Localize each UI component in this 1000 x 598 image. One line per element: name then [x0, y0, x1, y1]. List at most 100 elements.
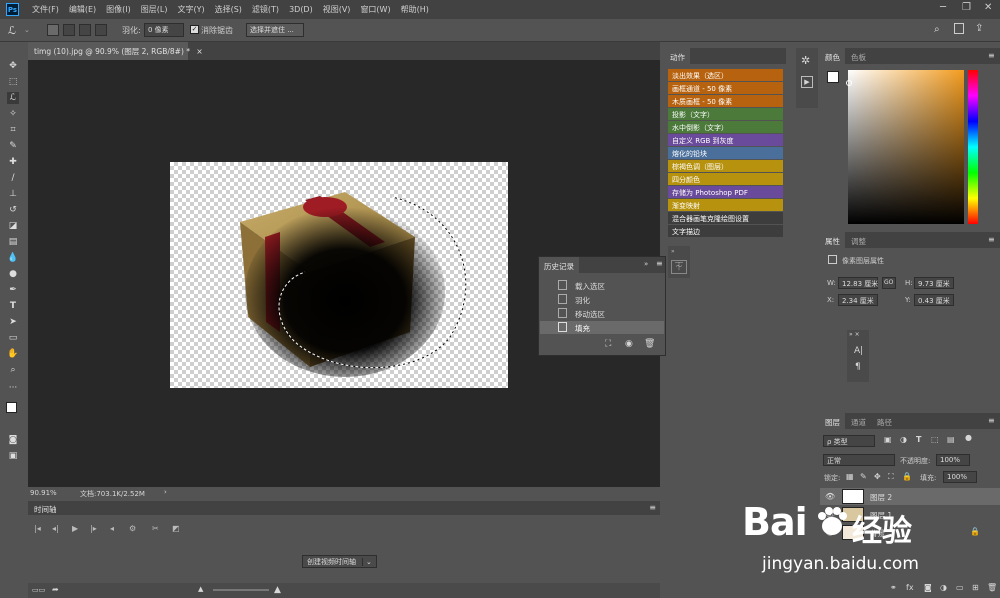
close-icon[interactable]: ✕	[984, 2, 992, 13]
new-layer-icon[interactable]: ⊞	[972, 583, 979, 592]
brush-tool-icon[interactable]: ∕	[7, 172, 19, 184]
hue-slider[interactable]	[968, 70, 978, 224]
panel-menu-icon[interactable]: ≡	[656, 259, 663, 268]
tab-swatches[interactable]: 色板	[846, 48, 871, 64]
move-tool-icon[interactable]: ✥	[7, 60, 19, 72]
rectangle-tool-icon[interactable]: ▭	[7, 332, 19, 344]
intersect-selection-icon[interactable]	[95, 24, 107, 36]
add-selection-icon[interactable]	[63, 24, 75, 36]
tab-channels[interactable]: 通道	[846, 413, 871, 429]
render-icon[interactable]: ➦	[52, 585, 59, 594]
menu-select[interactable]: 选择(S)	[210, 4, 247, 15]
character-icon[interactable]: A|	[854, 346, 863, 356]
create-video-timeline-button[interactable]: 创建视频时间轴 ⌄	[302, 555, 377, 568]
action-item[interactable]: 文字描边	[668, 225, 783, 237]
panel-menu-icon[interactable]: ≡	[988, 416, 995, 425]
panel-menu-icon[interactable]: ≡	[988, 51, 995, 60]
filter-type-icon[interactable]: T	[916, 435, 921, 444]
panel-menu-icon[interactable]: ≡	[649, 503, 656, 512]
workspace-icon[interactable]	[954, 23, 964, 34]
menu-file[interactable]: 文件(F)	[27, 4, 64, 15]
width-field[interactable]: 12.83 厘米	[838, 277, 878, 289]
height-field[interactable]: 9.73 厘米	[914, 277, 954, 289]
menu-image[interactable]: 图像(I)	[101, 4, 136, 15]
trash-icon[interactable]: 🗑	[987, 583, 997, 592]
document-tab[interactable]: timg (10).jpg @ 90.9% (图层 2, RGB/8#) * ×	[28, 42, 203, 60]
history-title[interactable]: 历史记录	[539, 257, 579, 273]
lasso-tool-preset-icon[interactable]: ℒ	[8, 24, 16, 37]
action-item[interactable]: 熔化的铅块	[668, 147, 783, 159]
share-icon[interactable]: ⇪	[975, 23, 983, 34]
new-group-icon[interactable]: ▭	[956, 583, 964, 592]
action-item[interactable]: 棕褐色调（图层）	[668, 160, 783, 172]
panel-menu-icon[interactable]: ≡	[988, 235, 995, 244]
status-arrow-icon[interactable]: ›	[164, 488, 167, 496]
dodge-tool-icon[interactable]: ●	[7, 268, 19, 280]
action-item[interactable]: 水中倒影（文字）	[668, 121, 783, 133]
new-selection-icon[interactable]	[47, 24, 59, 36]
healing-brush-icon[interactable]: ✚	[7, 156, 19, 168]
timeline-zoom-slider[interactable]	[213, 589, 269, 591]
saturation-brightness-field[interactable]	[848, 70, 964, 224]
collapse-icon[interactable]: »	[644, 260, 648, 268]
path-selection-icon[interactable]: ➤	[7, 316, 19, 328]
prev-frame-icon[interactable]: ◂|	[52, 524, 59, 533]
action-item[interactable]: 自定义 RGB 到灰度	[668, 134, 783, 146]
action-item[interactable]: 存储为 Photoshop PDF	[668, 186, 783, 198]
screen-mode-icon[interactable]: ▣	[7, 450, 19, 462]
play-icon[interactable]: ▶	[72, 524, 78, 533]
marquee-tool-icon[interactable]: ⬚	[7, 76, 19, 88]
add-mask-icon[interactable]: ◙	[924, 583, 932, 592]
next-frame-icon[interactable]: |▸	[90, 524, 97, 533]
lasso-tool-icon[interactable]: ℒ	[7, 92, 19, 104]
eyedropper-icon[interactable]: ✎	[7, 140, 19, 152]
action-item[interactable]: 画框通道 - 50 像素	[668, 82, 783, 94]
antialias-checkbox[interactable]: ✓	[190, 25, 199, 34]
filter-smart-object-icon[interactable]: ▤	[947, 435, 955, 444]
tab-actions[interactable]: 动作	[665, 48, 690, 64]
select-and-mask-button[interactable]: 选择并遮住 ...	[246, 23, 304, 37]
menu-type[interactable]: 文字(Y)	[172, 4, 209, 15]
filter-pixel-icon[interactable]: ▣	[884, 435, 892, 444]
brightness-icon[interactable]: ✲	[801, 54, 810, 67]
fill-field[interactable]: 100%	[943, 471, 977, 483]
opacity-field[interactable]: 100%	[936, 454, 970, 466]
expand-icon[interactable]: » ×	[849, 331, 860, 338]
blur-tool-icon[interactable]: 💧	[7, 252, 19, 264]
color-picker-cursor[interactable]	[846, 80, 852, 86]
action-item[interactable]: 四分颜色	[668, 173, 783, 185]
crop-tool-icon[interactable]: ⌗	[7, 124, 19, 136]
x-field[interactable]: 2.34 厘米	[838, 294, 878, 306]
lock-transparent-icon[interactable]: ▦	[846, 472, 854, 481]
split-icon[interactable]: ✂	[152, 524, 159, 533]
menu-help[interactable]: 帮助(H)	[396, 4, 434, 15]
expand-icon[interactable]: »	[671, 248, 675, 255]
lock-artboard-icon[interactable]: ⛶	[888, 472, 894, 482]
settings-icon[interactable]: ⚙	[129, 524, 136, 533]
tab-adjustments[interactable]: 调整	[846, 232, 871, 248]
search-icon[interactable]: ⌕	[934, 24, 940, 35]
close-tab-icon[interactable]: ×	[196, 47, 202, 56]
transition-icon[interactable]: ◩	[172, 524, 180, 533]
action-item[interactable]: 渐变映射	[668, 199, 783, 211]
tab-color[interactable]: 颜色	[820, 48, 845, 64]
tab-properties[interactable]: 属性	[820, 232, 845, 248]
link-dimensions-button[interactable]: GO	[882, 277, 896, 289]
subtract-selection-icon[interactable]	[79, 24, 91, 36]
audio-icon[interactable]: ◂	[110, 524, 114, 533]
foreground-color-swatch[interactable]	[6, 402, 17, 413]
timeline-title[interactable]: 时间轴	[34, 504, 57, 515]
filter-shape-icon[interactable]: ⬚	[931, 435, 939, 444]
link-layers-icon[interactable]: ⚭	[890, 583, 897, 592]
lock-position-icon[interactable]: ✥	[874, 472, 881, 481]
lock-all-icon[interactable]: 🔒	[902, 472, 912, 481]
paragraph-icon[interactable]: ¶	[855, 362, 861, 372]
chevron-down-icon[interactable]: ⌄	[24, 26, 30, 34]
fx-icon[interactable]: fx	[906, 583, 914, 592]
menu-edit[interactable]: 编辑(E)	[64, 4, 101, 15]
zoom-in-icon[interactable]: ▲	[274, 585, 281, 595]
action-item[interactable]: 淡出效果（选区）	[668, 69, 783, 81]
zoom-out-icon[interactable]: ▲	[198, 585, 203, 593]
adjustment-layer-icon[interactable]: ◑	[940, 583, 947, 592]
lock-image-icon[interactable]: ✎	[860, 472, 867, 481]
